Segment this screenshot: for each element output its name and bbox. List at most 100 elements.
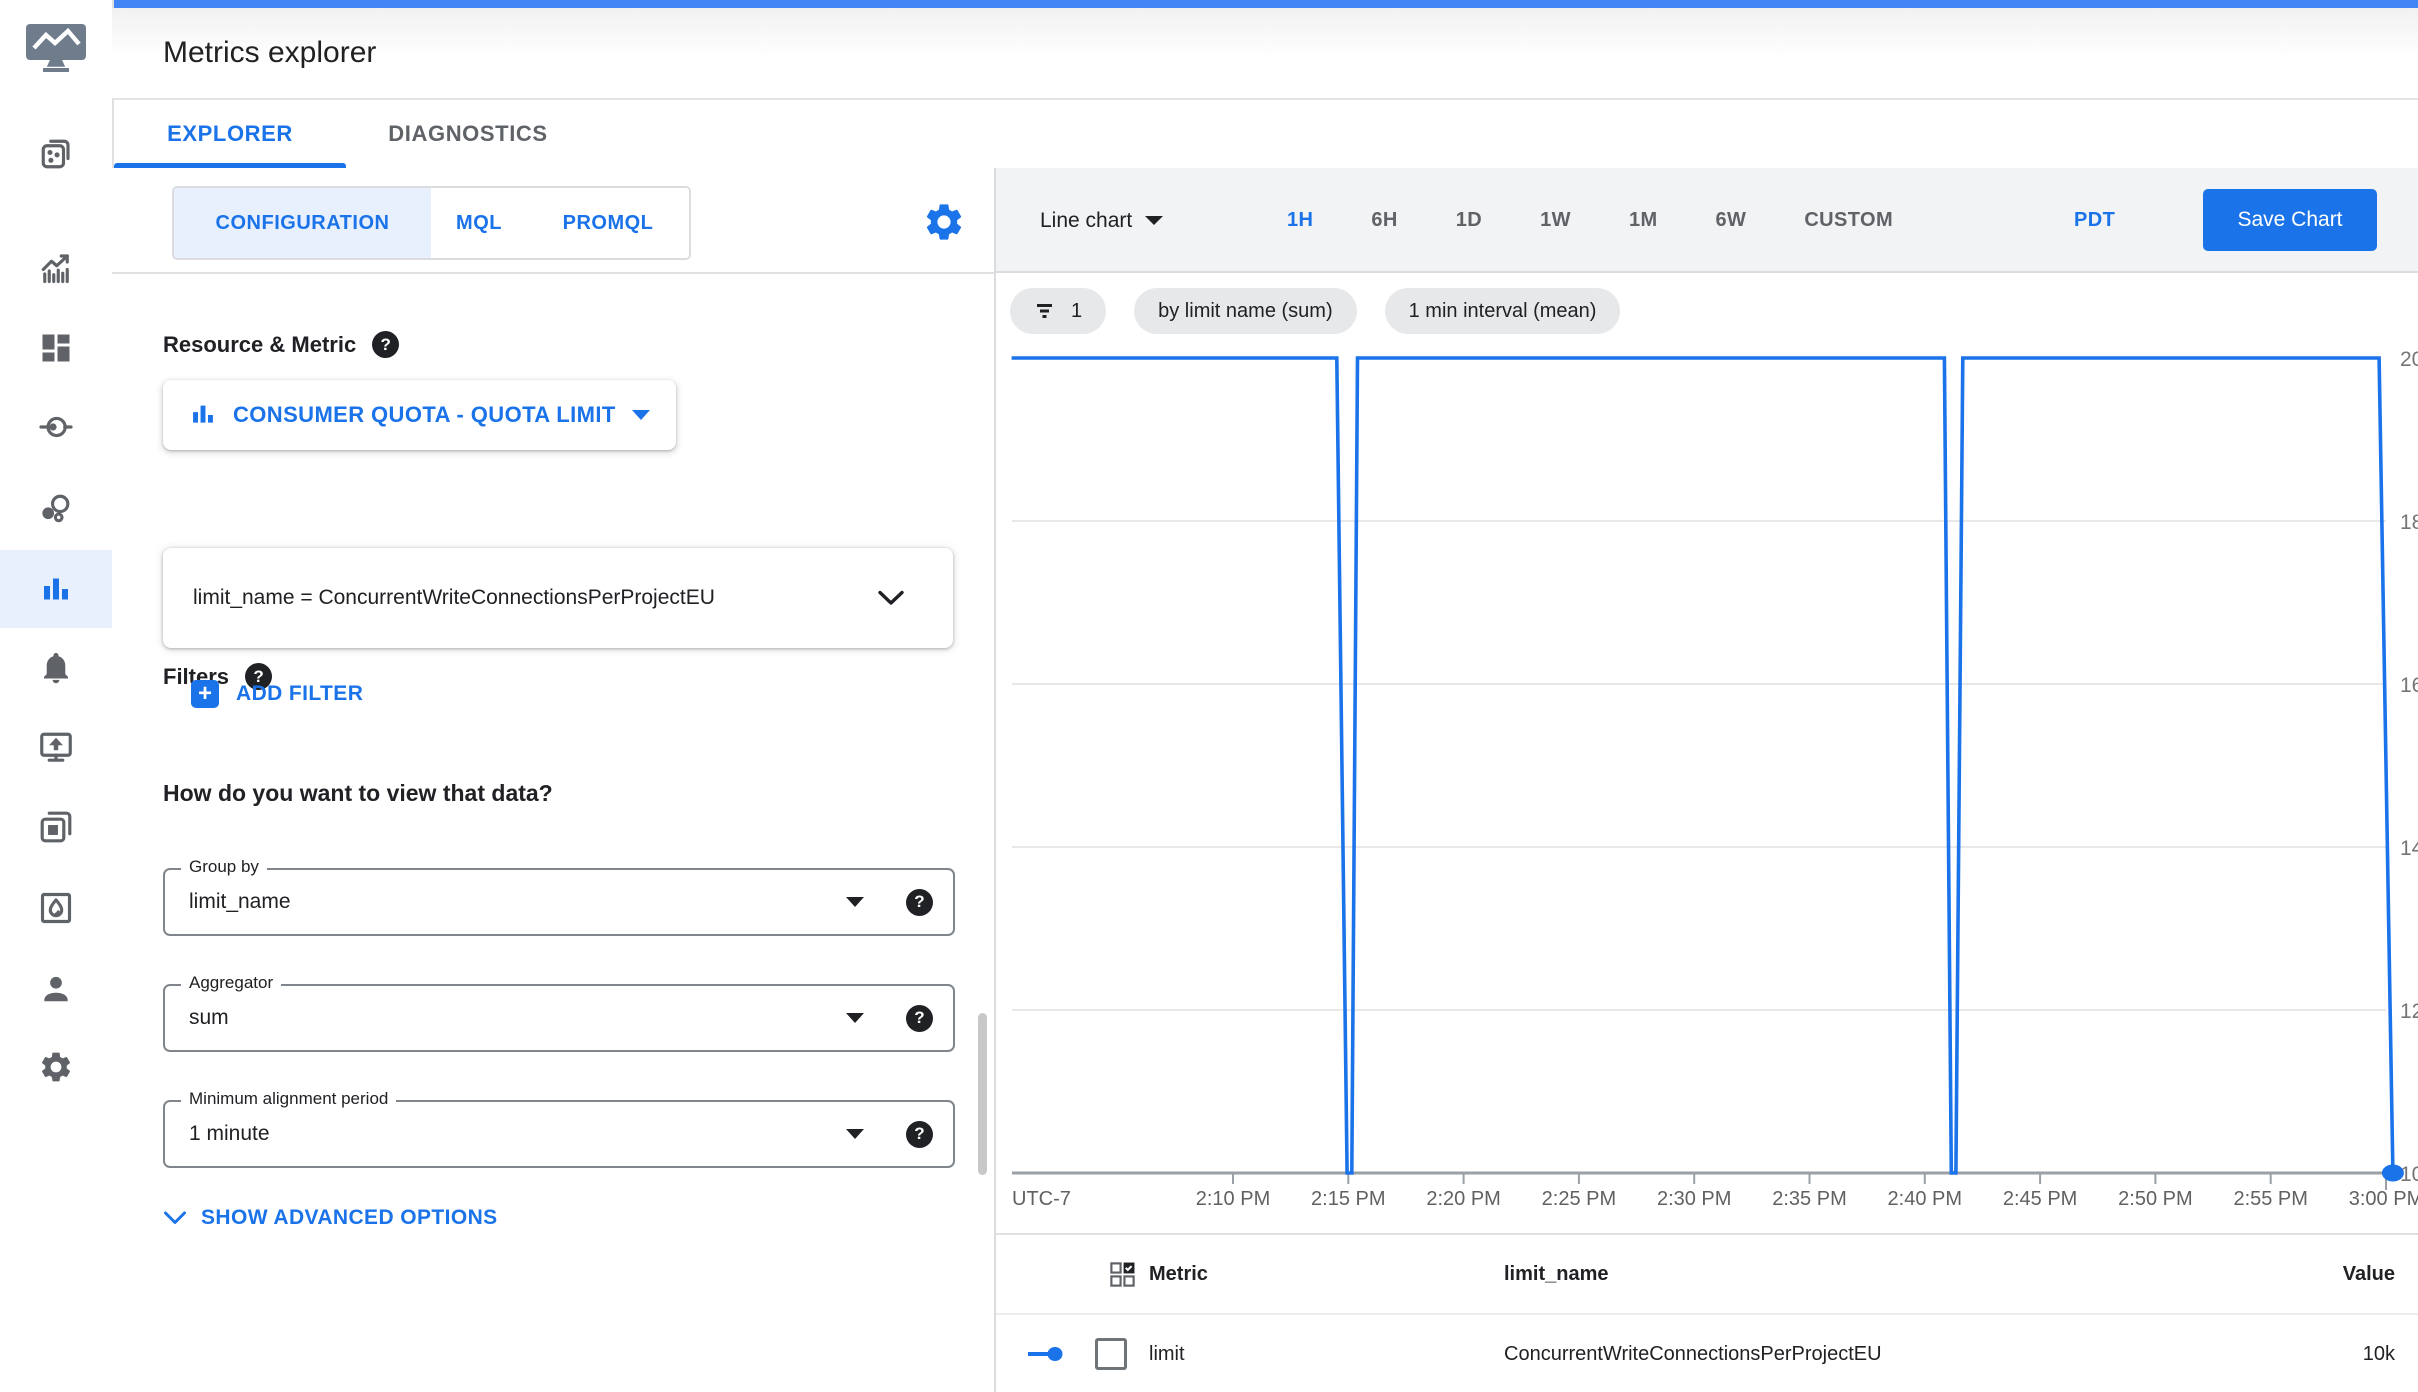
range-button-1d[interactable]: 1D (1456, 209, 1482, 232)
person-icon (38, 971, 74, 1007)
mode-configuration[interactable]: CONFIGURATION (174, 188, 431, 258)
aggregator-value: sum (189, 1006, 229, 1029)
y-tick-label: 20k (2400, 348, 2418, 371)
y-tick-label: 14k (2400, 837, 2418, 860)
sidebar-item-uptime-checks[interactable] (0, 708, 112, 786)
sidebar-item-leak-detection[interactable] (0, 869, 112, 947)
show-advanced-options-toggle[interactable]: SHOW ADVANCED OPTIONS (163, 1206, 498, 1230)
top-tabs: EXPLORER DIAGNOSTICS (112, 100, 2418, 168)
bar-chart-icon (38, 571, 74, 607)
tab-diagnostics[interactable]: DIAGNOSTICS (348, 100, 588, 168)
series-value: 10k (2362, 1342, 2395, 1365)
resource-metric-label: Resource & Metric (163, 331, 357, 357)
chart-type-selector[interactable]: Line chart (1040, 168, 1164, 273)
help-icon[interactable]: ? (906, 1004, 933, 1032)
x-tick-label: 2:50 PM (2118, 1188, 2192, 1210)
save-chart-button[interactable]: Save Chart (2203, 189, 2377, 251)
alignment-period-select[interactable]: Minimum alignment period 1 minute ? (163, 1089, 955, 1168)
range-button-6h[interactable]: 6H (1371, 209, 1397, 232)
y-tick-label: 12k (2400, 1000, 2418, 1023)
filter-expression[interactable]: limit_name = ConcurrentWriteConnectionsP… (163, 548, 953, 648)
legend-header-row: Metric limit_name Value (996, 1235, 2418, 1315)
x-tick-label: 2:45 PM (2003, 1188, 2077, 1210)
sidebar-item-metrics[interactable] (0, 229, 112, 307)
sidebar-item-groups[interactable] (0, 470, 112, 548)
range-button-1h[interactable]: 1H (1287, 209, 1313, 232)
chevron-down-icon (163, 1211, 187, 1225)
metric-selector-button[interactable]: CONSUMER QUOTA - QUOTA LIMIT (163, 380, 676, 450)
top-accent-bar (112, 0, 2418, 8)
uptime-monitor-icon (38, 729, 74, 765)
tab-diagnostics-label: DIAGNOSTICS (388, 121, 548, 146)
x-tick-label: 2:15 PM (1311, 1188, 1385, 1210)
dropdown-caret-icon (846, 1129, 864, 1139)
series-limit-name: ConcurrentWriteConnectionsPerProjectEU (1504, 1342, 1882, 1365)
bell-icon (38, 650, 74, 686)
metrics-explorer-page: Metrics explorer EXPLORER DIAGNOSTICS CO… (0, 0, 2418, 1392)
group-by-value: limit_name (189, 890, 291, 913)
help-icon[interactable]: ? (906, 888, 933, 916)
series-line-limit[interactable] (1011, 356, 2395, 1175)
chart-type-label: Line chart (1040, 208, 1133, 232)
chart-settings-gear-icon[interactable] (922, 200, 966, 244)
series-metric-name: limit (1149, 1342, 1185, 1365)
series-color-swatch (1026, 1315, 1068, 1392)
select-all-series-icon[interactable] (1108, 1235, 1137, 1313)
x-tick-label: 2:20 PM (1426, 1188, 1500, 1210)
help-icon[interactable]: ? (906, 1120, 933, 1148)
x-tick-label: 2:30 PM (1657, 1188, 1731, 1210)
legend-table: Metric limit_name Value limit Concurrent… (996, 1233, 2418, 1392)
y-tick-label: 18k (2400, 511, 2418, 534)
metric-bar-chart-icon (189, 401, 217, 429)
sidebar-item-integrations[interactable] (0, 388, 112, 466)
group-by-label: Group by (181, 857, 267, 877)
time-range-group: 1H 6H 1D 1W 1M 6W CUSTOM (1258, 168, 1922, 273)
help-icon[interactable]: ? (372, 331, 400, 358)
query-mode-switcher: CONFIGURATION MQL PROMQL (172, 186, 691, 260)
gear-icon (38, 1049, 74, 1085)
page-title: Metrics explorer (163, 36, 377, 69)
add-filter-label: ADD FILTER (236, 682, 364, 705)
sidebar-item-metrics-explorer[interactable] (0, 550, 112, 628)
legend-col-limit-name: limit_name (1504, 1262, 1609, 1285)
filter-expression-value: limit_name = ConcurrentWriteConnectionsP… (193, 586, 715, 609)
range-button-1w[interactable]: 1W (1540, 209, 1571, 232)
legend-col-value: Value (2342, 1262, 2395, 1285)
sidebar-item-profile[interactable] (0, 950, 112, 1028)
tab-explorer[interactable]: EXPLORER (112, 100, 348, 168)
x-tick-label: 2:35 PM (1772, 1188, 1846, 1210)
legend-col-metric: Metric (1149, 1262, 1208, 1285)
add-filter-button[interactable]: + ADD FILTER (191, 680, 363, 708)
y-tick-label: 16k (2400, 674, 2418, 697)
series-end-dot[interactable] (2381, 1164, 2404, 1182)
metric-selector-label: CONSUMER QUOTA - QUOTA LIMIT (233, 402, 616, 427)
sidebar-item-dashboards[interactable] (0, 309, 112, 387)
mode-mql[interactable]: MQL (431, 188, 527, 258)
panel-scrollbar[interactable] (978, 1013, 987, 1175)
timezone-button[interactable]: PDT (2074, 168, 2115, 273)
group-by-select[interactable]: Group by limit_name ? (163, 857, 955, 936)
x-tick-label: 2:10 PM (1196, 1188, 1270, 1210)
range-button-custom[interactable]: CUSTOM (1804, 209, 1893, 232)
series-checkbox[interactable] (1095, 1315, 1127, 1392)
dropdown-caret-icon (631, 410, 650, 420)
tab-explorer-label: EXPLORER (167, 121, 293, 146)
show-advanced-options-label: SHOW ADVANCED OPTIONS (201, 1206, 498, 1229)
range-button-1m[interactable]: 1M (1629, 209, 1658, 232)
copies-icon (38, 809, 74, 845)
alignment-period-label: Minimum alignment period (181, 1089, 397, 1109)
groups-icon (38, 491, 74, 527)
cloud-monitoring-logo-icon[interactable] (24, 22, 88, 74)
line-chart[interactable]: 20k18k16k14k12k10k2:10 PM2:15 PM2:20 PM2… (996, 273, 2418, 1233)
overview-cards-icon (38, 136, 74, 172)
mode-promql[interactable]: PROMQL (527, 188, 689, 258)
sidebar-item-services[interactable] (0, 788, 112, 866)
chart-toolbar: Line chart 1H 6H 1D 1W 1M 6W CUSTOM PDT Save C… (996, 168, 2418, 273)
dropdown-caret-icon (846, 897, 864, 907)
sidebar-item-overview[interactable] (0, 115, 112, 193)
aggregator-select[interactable]: Aggregator sum ? (163, 973, 955, 1052)
range-button-6w[interactable]: 6W (1716, 209, 1747, 232)
sidebar-item-settings[interactable] (0, 1028, 112, 1106)
sidebar-item-alerting[interactable] (0, 629, 112, 707)
timezone-tick-label: UTC-7 (1012, 1188, 1071, 1210)
